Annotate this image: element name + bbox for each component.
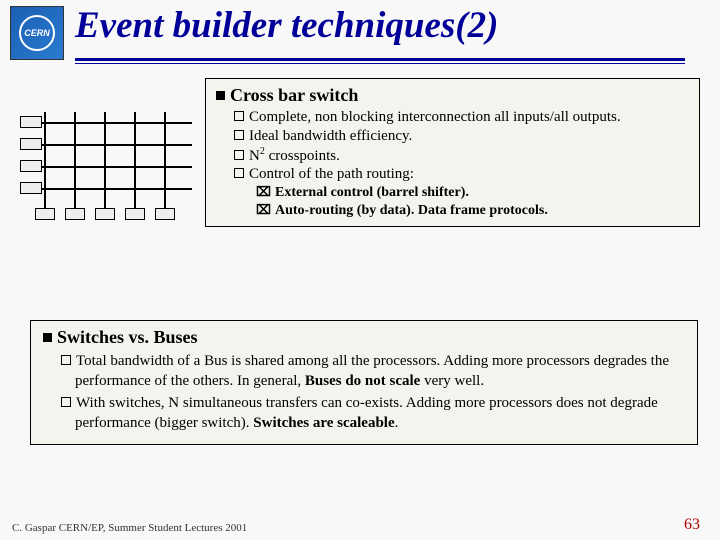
s2p2-post: . (395, 415, 399, 431)
section2-point-1: Total bandwidth of a Bus is shared among… (61, 352, 685, 391)
section1-sub-1: External control (barrel shifter). (256, 184, 689, 202)
section1-sub-2: Auto-routing (by data). Data frame proto… (256, 202, 689, 220)
section1-point-1: Complete, non blocking interconnection a… (234, 108, 689, 127)
section1-point-4: Control of the path routing: (234, 165, 689, 184)
section1-point-2: Ideal bandwidth efficiency. (234, 127, 689, 146)
section-switches-buses: Switches vs. Buses Total bandwidth of a … (30, 320, 698, 445)
slide-title: Event builder techniques(2) (75, 4, 498, 47)
title-underline-thin (75, 63, 685, 64)
section-crossbar: Cross bar switch Complete, non blocking … (205, 78, 700, 227)
page-number: 63 (684, 516, 700, 534)
footer-text: C. Gaspar CERN/EP, Summer Student Lectur… (12, 522, 247, 534)
s2p2-bold: Switches are scaleable (253, 415, 394, 431)
s2p1-post: very well. (420, 373, 484, 389)
section1-heading: Cross bar switch (216, 85, 689, 106)
cern-logo: CERN (10, 6, 64, 60)
section2-point-2: With switches, N simultaneous transfers … (61, 394, 685, 433)
crossbar-diagram (22, 112, 192, 212)
title-underline (75, 58, 685, 61)
cern-logo-text: CERN (19, 15, 55, 51)
section2-heading: Switches vs. Buses (43, 327, 685, 348)
section1-point-3: N2 crosspoints. (234, 146, 689, 166)
s2p1-bold: Buses do not scale (305, 373, 420, 389)
